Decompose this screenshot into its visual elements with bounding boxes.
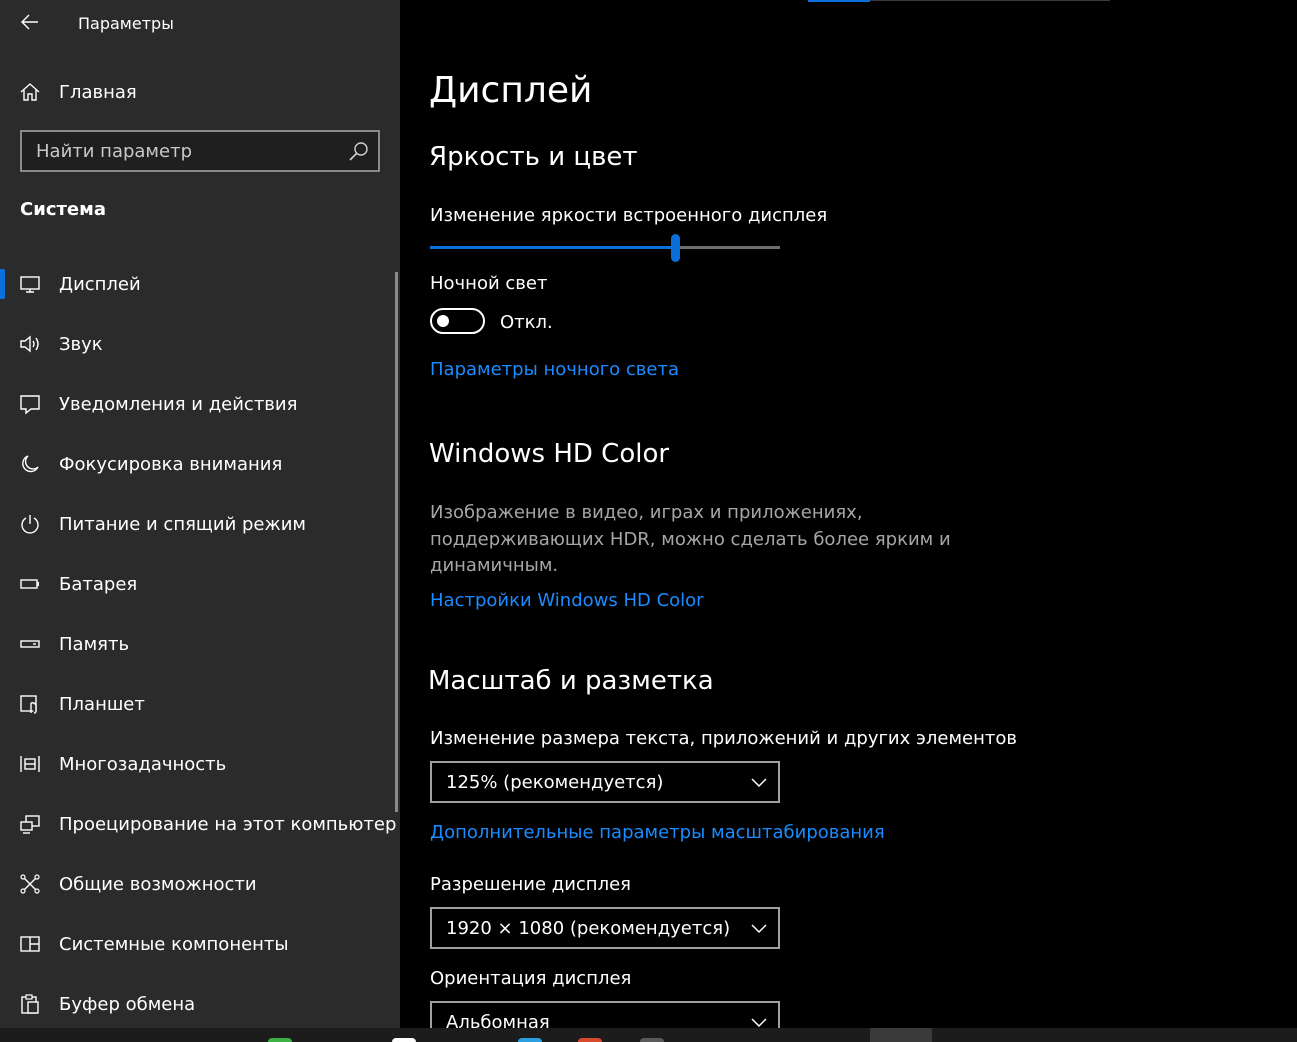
shared-experiences-icon bbox=[18, 872, 42, 896]
app-title: Параметры bbox=[78, 14, 174, 33]
sidebar-item-label: Системные компоненты bbox=[59, 933, 289, 955]
sidebar-item-battery[interactable]: Батарея bbox=[0, 554, 400, 614]
sidebar-item-multitasking[interactable]: Многозадачность bbox=[0, 734, 400, 794]
advanced-scaling-link[interactable]: Дополнительные параметры масштабирования bbox=[430, 822, 885, 843]
power-icon bbox=[18, 512, 42, 536]
night-light-settings-link[interactable]: Параметры ночного света bbox=[430, 359, 679, 380]
search-icon[interactable] bbox=[348, 141, 370, 163]
notification-icon bbox=[18, 392, 42, 416]
main-content: Дисплей Яркость и цвет Изменение яркости… bbox=[400, 0, 1297, 1033]
resolution-label: Разрешение дисплея bbox=[430, 874, 631, 895]
sidebar-item-system-components[interactable]: Системные компоненты bbox=[0, 914, 400, 974]
brightness-heading: Яркость и цвет bbox=[429, 142, 638, 172]
monitor-icon bbox=[18, 272, 42, 296]
sidebar-item-notifications[interactable]: Уведомления и действия bbox=[0, 374, 400, 434]
night-light-state: Откл. bbox=[500, 312, 553, 333]
sidebar-item-label: Буфер обмена bbox=[59, 993, 196, 1015]
sidebar-item-sound[interactable]: Звук bbox=[0, 314, 400, 374]
toggle-knob bbox=[437, 315, 449, 327]
sidebar-item-clipboard[interactable]: Буфер обмена bbox=[0, 974, 400, 1034]
resolution-dropdown[interactable]: 1920 × 1080 (рекомендуется) bbox=[430, 907, 780, 949]
search-box bbox=[20, 130, 380, 172]
hdr-description: Изображение в видео, играх и приложениях… bbox=[430, 502, 951, 576]
multitasking-icon bbox=[18, 752, 42, 776]
resolution-value: 1920 × 1080 (рекомендуется) bbox=[446, 918, 731, 939]
sidebar-scrollbar[interactable] bbox=[395, 272, 398, 812]
back-arrow-icon bbox=[21, 14, 38, 30]
settings-window: Параметры Главная Система Ди bbox=[0, 0, 1297, 1042]
system-components-icon bbox=[18, 932, 42, 956]
orientation-label: Ориентация дисплея bbox=[430, 968, 632, 989]
top-divider-line bbox=[870, 0, 1110, 1]
chevron-down-icon bbox=[751, 1018, 767, 1028]
sidebar-item-label: Дисплей bbox=[59, 273, 141, 295]
sidebar-item-focus-assist[interactable]: Фокусировка внимания bbox=[0, 434, 400, 494]
section-heading-system: Система bbox=[20, 199, 106, 220]
sidebar-item-display[interactable]: Дисплей bbox=[0, 254, 400, 314]
sidebar-item-label: Общие возможности bbox=[59, 873, 257, 895]
sidebar-item-label: Фокусировка внимания bbox=[59, 453, 283, 475]
back-button[interactable] bbox=[10, 4, 50, 40]
sidebar-item-label: Батарея bbox=[59, 573, 138, 595]
sidebar-item-tablet[interactable]: Планшет bbox=[0, 674, 400, 734]
night-light-toggle[interactable] bbox=[430, 308, 485, 334]
sidebar-item-shared-experiences[interactable]: Общие возможности bbox=[0, 854, 400, 914]
taskbar-active-app[interactable] bbox=[870, 1028, 932, 1042]
taskbar-app-icon[interactable] bbox=[268, 1038, 292, 1042]
night-light-label: Ночной свет bbox=[430, 273, 548, 294]
scale-heading: Масштаб и разметка bbox=[428, 666, 714, 696]
slider-fill bbox=[430, 246, 675, 249]
taskbar-app-icon[interactable] bbox=[640, 1038, 664, 1042]
sidebar: Параметры Главная Система Ди bbox=[0, 0, 400, 1028]
sidebar-item-label: Уведомления и действия bbox=[59, 393, 298, 415]
sidebar-item-label: Главная bbox=[59, 81, 137, 103]
slider-thumb[interactable] bbox=[670, 234, 680, 262]
page-title: Дисплей bbox=[429, 70, 593, 111]
sidebar-item-label: Звук bbox=[59, 333, 103, 355]
speaker-icon bbox=[18, 332, 42, 356]
sidebar-item-label: Многозадачность bbox=[59, 753, 227, 775]
sidebar-item-storage[interactable]: Память bbox=[0, 614, 400, 674]
sidebar-item-home[interactable]: Главная bbox=[0, 72, 400, 112]
moon-icon bbox=[18, 452, 42, 476]
taskbar bbox=[0, 1028, 1297, 1042]
battery-icon bbox=[18, 572, 42, 596]
hdr-settings-link[interactable]: Настройки Windows HD Color bbox=[430, 590, 704, 611]
hdr-heading: Windows HD Color bbox=[429, 439, 670, 469]
chevron-down-icon bbox=[751, 924, 767, 934]
brightness-label: Изменение яркости встроенного дисплея bbox=[430, 205, 828, 226]
sidebar-item-label: Планшет bbox=[59, 693, 145, 715]
sidebar-item-label: Память bbox=[59, 633, 130, 655]
projecting-icon bbox=[18, 812, 42, 836]
scale-value: 125% (рекомендуется) bbox=[446, 772, 664, 793]
tablet-icon bbox=[18, 692, 42, 716]
taskbar-app-icon[interactable] bbox=[392, 1038, 416, 1042]
taskbar-app-icon[interactable] bbox=[518, 1038, 542, 1042]
sidebar-item-label: Проецирование на этот компьютер bbox=[59, 813, 397, 835]
sidebar-item-projecting[interactable]: Проецирование на этот компьютер bbox=[0, 794, 400, 854]
taskbar-app-icon[interactable] bbox=[578, 1038, 602, 1042]
clipboard-icon bbox=[18, 992, 42, 1016]
sidebar-item-label: Питание и спящий режим bbox=[59, 513, 306, 535]
brightness-slider[interactable] bbox=[430, 234, 780, 262]
search-input[interactable] bbox=[22, 132, 342, 170]
orientation-dropdown[interactable]: Альбомная bbox=[430, 1001, 780, 1033]
home-icon bbox=[18, 80, 42, 104]
sidebar-item-power[interactable]: Питание и спящий режим bbox=[0, 494, 400, 554]
storage-icon bbox=[18, 632, 42, 656]
scale-label: Изменение размера текста, приложений и д… bbox=[430, 728, 1017, 749]
chevron-down-icon bbox=[751, 778, 767, 788]
top-accent-line bbox=[808, 0, 870, 2]
scale-dropdown[interactable]: 125% (рекомендуется) bbox=[430, 761, 780, 803]
nav-list: Дисплей Звук Уведомления и действия Фоку… bbox=[0, 254, 400, 1034]
